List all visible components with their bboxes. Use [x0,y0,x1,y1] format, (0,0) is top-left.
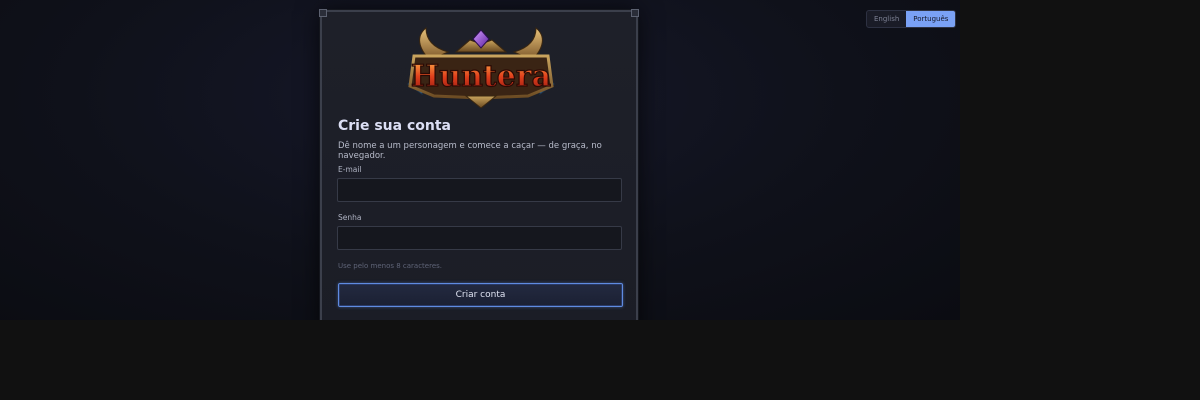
language-portuguese-button[interactable]: Português [906,11,956,27]
huntera-logo: Huntera [407,26,555,108]
email-label: E-mail [338,165,362,174]
card-corner-ornament [319,9,327,17]
language-english-button[interactable]: English [867,11,906,27]
password-field[interactable] [337,226,622,250]
card-corner-ornament [631,9,639,17]
create-account-button[interactable]: Criar conta [338,283,623,307]
email-field[interactable] [337,178,622,202]
page-viewport: English Português Huntera Crie sua conta… [0,0,960,320]
page-subtitle: Dê nome a um personagem e comece a caçar… [338,141,602,161]
language-switch: English Português [866,10,957,28]
svg-text:Huntera: Huntera [411,59,551,94]
password-hint: Use pelo menos 8 caracteres. [338,262,443,270]
page-title: Crie sua conta [338,118,451,134]
signup-card: Huntera Crie sua conta Dê nome a um pers… [319,9,639,320]
password-label: Senha [338,213,362,222]
